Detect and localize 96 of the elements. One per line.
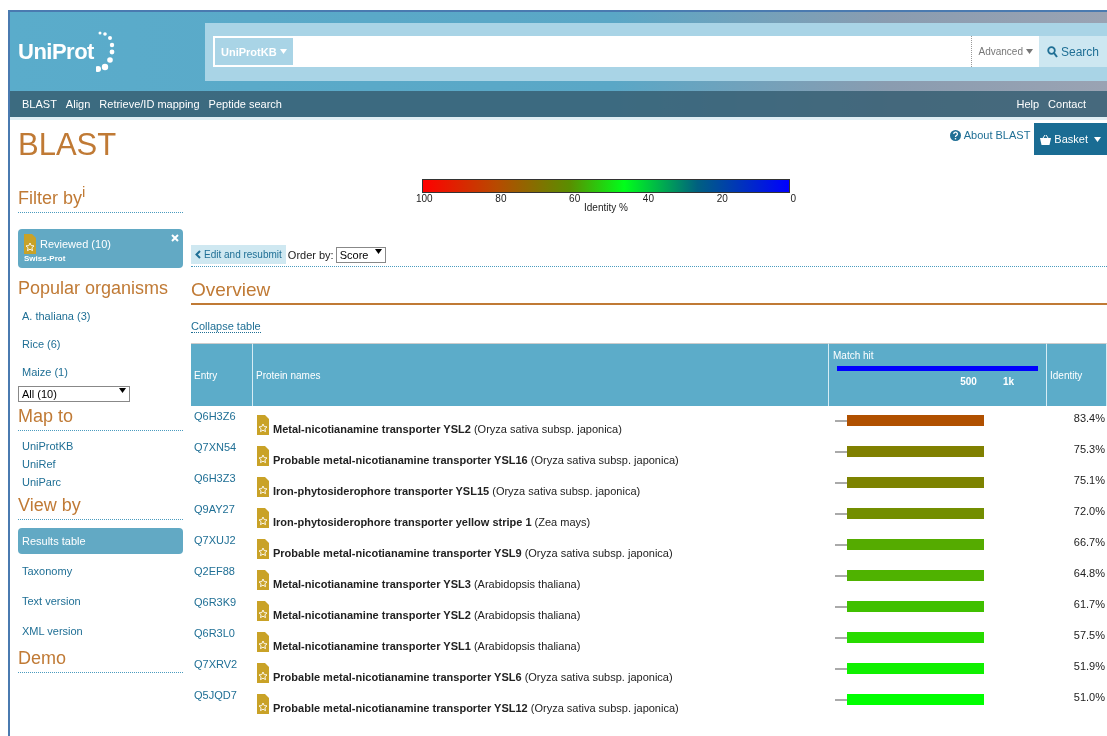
organism-select[interactable]: All (10) xyxy=(18,386,130,402)
close-icon[interactable] xyxy=(171,234,179,242)
entry-link[interactable]: Q6R3K9 xyxy=(194,596,237,608)
basket-icon xyxy=(1040,133,1052,145)
filter-sublabel: Swiss-Prot xyxy=(24,254,67,263)
identity-value: 61.7% xyxy=(1073,598,1105,610)
section-heading: Overview xyxy=(191,279,1107,305)
protein-name: Iron-phytosiderophore transporter yellow stripe 1 (Zea mays) xyxy=(273,516,591,528)
column-header: Match hit 500 1k xyxy=(829,343,1047,406)
reviewed-icon xyxy=(257,477,269,497)
entry-link[interactable]: Q6R3L0 xyxy=(194,627,235,639)
map-link[interactable]: UniParc xyxy=(18,473,183,491)
order-select[interactable]: Score xyxy=(335,246,386,263)
identity-value: 75.1% xyxy=(1073,474,1105,486)
reviewed-icon xyxy=(257,570,269,590)
legend-tick: 80 xyxy=(495,193,507,204)
entry-link[interactable]: Q2EF88 xyxy=(194,565,235,577)
caret-icon xyxy=(374,248,382,254)
entry-link[interactable]: Q6H3Z3 xyxy=(194,472,236,484)
column-header: Entry xyxy=(191,343,253,406)
section-heading: View by xyxy=(18,495,183,520)
nav-link[interactable]: Contact xyxy=(1048,98,1086,110)
entry-link[interactable]: Q9AY27 xyxy=(194,503,235,515)
search-field[interactable]: UniProtKB Advanced Search xyxy=(213,36,1107,67)
identity-value: 75.3% xyxy=(1073,443,1105,455)
caret-icon xyxy=(1025,49,1033,54)
identity-value: 83.4% xyxy=(1073,412,1105,424)
legend-tick: 40 xyxy=(642,193,654,204)
protein-name: Probable metal-nicotianamine transporter YSL12 (Oryza sativa subsp. japonica) xyxy=(273,702,679,714)
nav-link[interactable]: Retrieve/ID mapping xyxy=(99,98,200,110)
protein-name: Probable metal-nicotianamine transporter YSL6 (Oryza sativa subsp. japonica) xyxy=(273,671,673,683)
organism-link[interactable]: Maize (1) xyxy=(18,358,183,386)
entry-link[interactable]: Q7XRV2 xyxy=(194,658,238,670)
protein-name: Iron-phytosiderophore transporter YSL15 (Oryza sativa subsp. japonica) xyxy=(273,485,641,497)
reviewed-icon xyxy=(257,663,269,683)
legend-label: Identity % xyxy=(584,202,628,213)
identity-value: 57.5% xyxy=(1073,629,1105,641)
reviewed-icon xyxy=(24,234,36,254)
collapse-link[interactable]: Collapse table xyxy=(191,320,261,333)
help-icon xyxy=(949,129,961,141)
reviewed-icon xyxy=(257,632,269,652)
column-header: Protein names xyxy=(253,343,829,406)
identity-value: 64.8% xyxy=(1073,567,1105,579)
entry-link[interactable]: Q7XUJ2 xyxy=(194,534,236,546)
caret-icon xyxy=(279,49,287,54)
reviewed-icon xyxy=(257,508,269,528)
legend-tick: 100 xyxy=(416,193,433,204)
section-heading: Demo xyxy=(18,648,183,673)
reviewed-icon xyxy=(257,415,269,435)
reviewed-icon xyxy=(257,694,269,714)
identity-value: 66.7% xyxy=(1073,536,1105,548)
caret-icon xyxy=(119,388,126,393)
protein-name: Probable metal-nicotianamine transporter YSL9 (Oryza sativa subsp. japonica) xyxy=(273,547,673,559)
reviewed-icon xyxy=(257,539,269,559)
column-header: Identity xyxy=(1047,343,1107,406)
protein-name: Metal-nicotianamine transporter YSL2 (Oryza sativa subsp. japonica) xyxy=(273,423,622,435)
legend-tick: 20 xyxy=(716,193,728,204)
identity-value: 72.0% xyxy=(1073,505,1105,517)
caret-icon xyxy=(1094,136,1101,142)
nav-link[interactable]: Align xyxy=(65,98,91,110)
edit-button[interactable]: Edit and resubmit xyxy=(191,245,286,264)
protein-name: Metal-nicotianamine transporter YSL1 (Arabidopsis thaliana) xyxy=(273,640,581,652)
section-heading: Popular organisms xyxy=(18,278,170,300)
legend-tick: 60 xyxy=(569,193,581,204)
view-option[interactable]: Text version xyxy=(18,588,183,614)
legend-tick: 0 xyxy=(790,193,796,204)
protein-name: Metal-nicotianamine transporter YSL3 (Arabidopsis thaliana) xyxy=(273,578,581,590)
about-link[interactable]: About BLAST xyxy=(949,129,1031,141)
identity-value: 51.0% xyxy=(1073,691,1105,703)
view-option[interactable]: Taxonomy xyxy=(18,558,183,584)
protein-name: Metal-nicotianamine transporter YSL2 (Arabidopsis thaliana) xyxy=(273,609,581,621)
entry-link[interactable]: Q6H3Z6 xyxy=(194,410,236,422)
section-heading: Filter by$^{i}$ xyxy=(18,188,86,208)
logo-icon xyxy=(95,29,116,74)
basket-button[interactable]: Basket xyxy=(1034,123,1107,155)
map-link[interactable]: UniRef xyxy=(18,455,183,473)
search-icon xyxy=(1046,45,1058,58)
reviewed-icon xyxy=(257,446,269,466)
nav-link[interactable]: BLAST xyxy=(22,98,57,110)
map-link[interactable]: UniProtKB xyxy=(18,437,183,455)
nav-link[interactable]: Peptide search xyxy=(208,98,282,110)
chevron-left-icon xyxy=(195,250,201,259)
section-heading: Map to xyxy=(18,406,183,431)
organism-link[interactable]: A. thaliana (3) xyxy=(18,302,183,330)
entry-link[interactable]: Q7XN54 xyxy=(194,441,237,453)
nav-link[interactable]: Help xyxy=(1016,98,1040,110)
search-button[interactable]: Search xyxy=(1038,36,1107,67)
order-label: Order by: xyxy=(287,248,334,261)
entry-link[interactable]: Q5JQD7 xyxy=(194,689,237,701)
filter-label: Reviewed (10) xyxy=(40,238,111,250)
organism-link[interactable]: Rice (6) xyxy=(18,330,183,358)
reviewed-icon xyxy=(257,601,269,621)
identity-value: 51.9% xyxy=(1073,660,1105,672)
page-title: BLAST xyxy=(18,127,118,163)
protein-name: Probable metal-nicotianamine transporter YSL16 (Oryza sativa subsp. japonica) xyxy=(273,454,679,466)
view-option[interactable]: XML version xyxy=(18,618,183,644)
